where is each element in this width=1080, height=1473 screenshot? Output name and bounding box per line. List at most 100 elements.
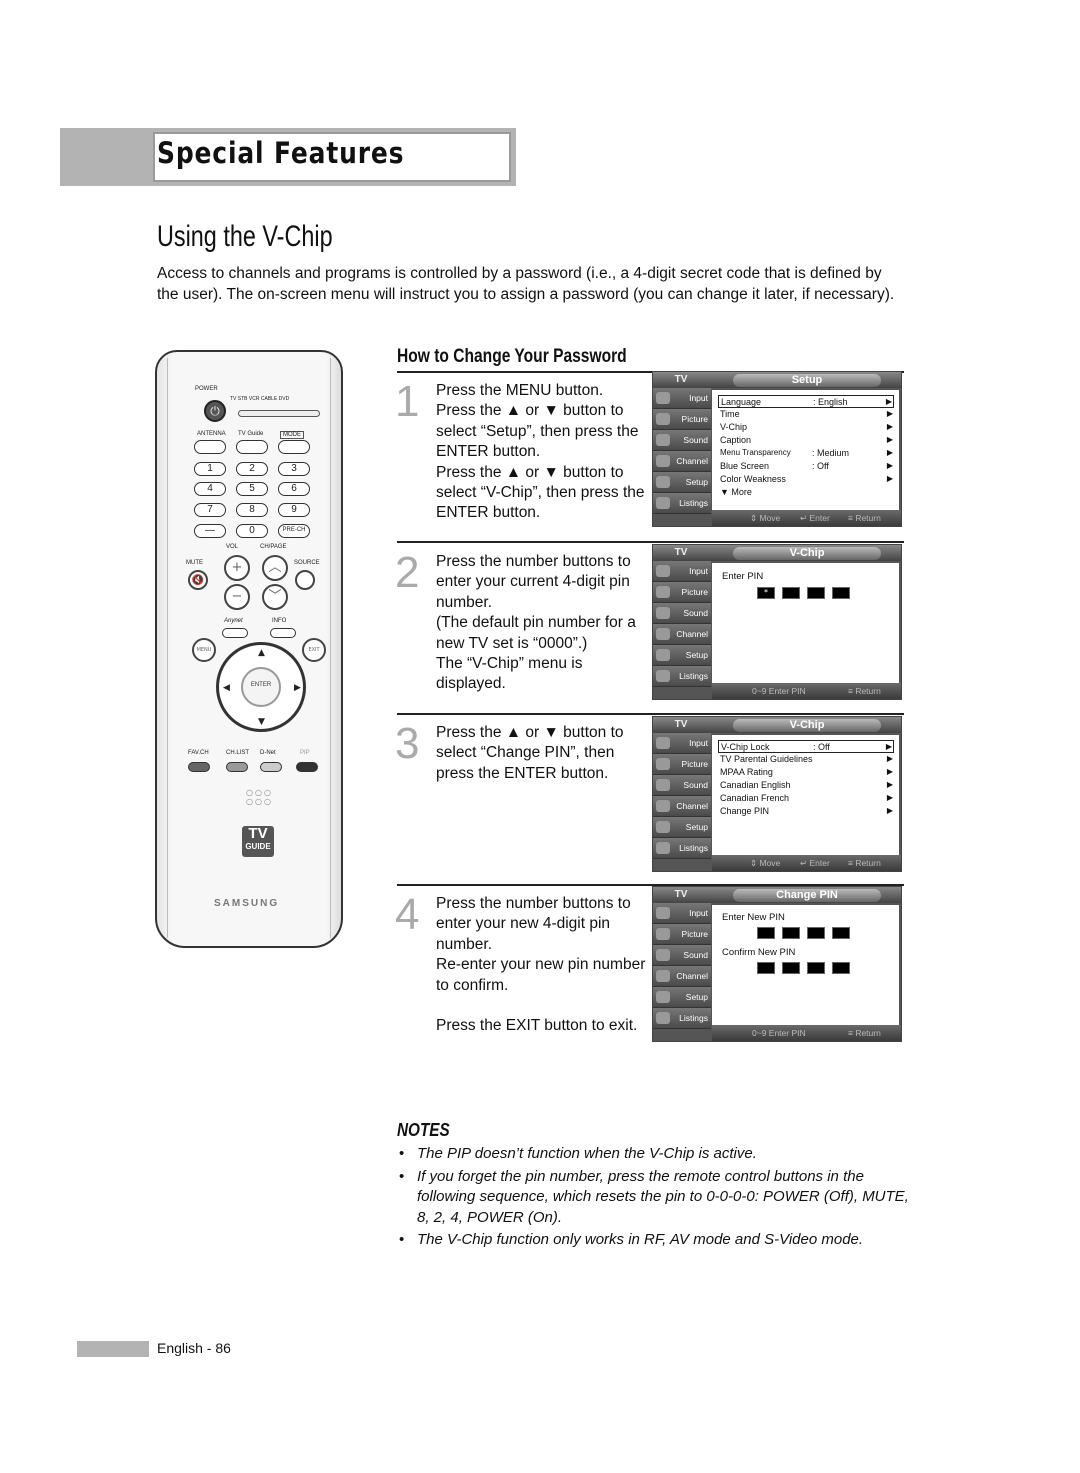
osd-row-canadian-english: Canadian English ▶ <box>720 780 893 790</box>
osd-row-vchip: V-Chip ▶ <box>720 422 893 432</box>
digit-9-button: 9 <box>278 503 310 517</box>
intro-paragraph: Access to channels and programs is contr… <box>157 265 895 303</box>
confirm-pin-digit-box <box>782 962 800 974</box>
osd-sidebar: Input Picture Sound Channel Setup Listin… <box>653 561 711 688</box>
osd-row-blue-screen: Blue Screen: Off ▶ <box>720 461 893 471</box>
tvguide-button <box>236 440 268 454</box>
enter-hint: ↵ Enter <box>800 513 830 523</box>
osd-panel: V-Chip Lock: Off ▶ TV Parental Guidelines… <box>712 735 899 855</box>
osd-sidebar-label: Picture <box>681 414 708 424</box>
osd-row-caption: Caption ▶ <box>720 435 893 445</box>
dpad: ▲ ▼ ◀ ▶ ENTER <box>216 642 306 732</box>
source-button <box>295 570 315 590</box>
anynet-button <box>222 628 248 638</box>
tvguide-logo-guide: GUIDE <box>245 842 271 851</box>
section-header: Special Features <box>157 136 405 170</box>
osd-sidebar-listings: Listings <box>653 493 711 514</box>
osd-sidebar: Input Picture Sound Channel Setup Listin… <box>653 388 711 515</box>
left-arrow-icon: ◀ <box>223 683 230 693</box>
chlist-label: CH.LIST <box>226 750 250 756</box>
step-number: 4 <box>395 890 420 939</box>
osd-row-mpaa: MPAA Rating ▶ <box>720 767 893 777</box>
picture-icon <box>656 758 670 770</box>
note-item: The PIP doesn’t function when the V-Chip… <box>397 1144 917 1165</box>
dnet-button <box>260 762 282 772</box>
osd-sidebar-channel: Channel <box>653 451 711 472</box>
sound-icon <box>656 949 670 961</box>
enter-button: ENTER <box>241 667 281 707</box>
step-line: Press the ▲ or ▼ button to select “Chang… <box>436 724 624 782</box>
osd-sidebar: Input Picture Sound Channel Setup Listin… <box>653 733 711 860</box>
note-item: If you forget the pin number, press the … <box>397 1167 917 1229</box>
ch-down-icon: ﹀ <box>262 584 288 610</box>
digit-2-button: 2 <box>236 462 268 476</box>
osd-sidebar-label: Channel <box>676 456 708 466</box>
step-1-text: Press the MENU button. Press the ▲ or ▼ … <box>436 381 651 524</box>
page-title: Using the V-Chip <box>157 220 333 253</box>
return-hint: ≡ Return <box>848 1028 881 1038</box>
power-button: ⏻ <box>204 400 226 422</box>
enter-pin-label: Enter PIN <box>722 571 764 582</box>
pin-digit-box <box>832 587 850 599</box>
channel-icon <box>656 455 670 467</box>
step-line: Press the ▲ or ▼ button to select “Setup… <box>436 402 639 461</box>
dnet-label: D-Net <box>260 750 276 756</box>
osd-footer: ⇕ Move ↵ Enter ≡ Return <box>712 510 901 526</box>
pin-digit-box: * <box>757 587 775 599</box>
sound-icon <box>656 434 670 446</box>
step-number: 3 <box>395 719 420 768</box>
osd-row-vchip-lock: V-Chip Lock: Off ▶ <box>718 740 894 753</box>
vol-down-icon: − <box>224 584 250 610</box>
mute-label: MUTE <box>186 560 203 566</box>
up-arrow-icon: ▲ <box>258 648 265 658</box>
setup-icon <box>656 649 670 661</box>
osd-row-color-weakness: Color Weakness ▶ <box>720 474 893 484</box>
osd-sidebar-label: Setup <box>685 477 708 487</box>
return-hint: ≡ Return <box>848 858 881 868</box>
osd-vchip-pin: TV V-Chip Input Picture Sound Channel Se… <box>652 544 902 700</box>
digit-4-button: 4 <box>194 482 226 496</box>
ch-up-icon: ︿ <box>262 555 288 581</box>
picture-icon <box>656 586 670 598</box>
footer-bar <box>77 1341 149 1357</box>
prech-button: PRE-CH <box>278 524 310 538</box>
step-line: Press the MENU button. <box>436 382 604 399</box>
osd-tv-label: TV <box>674 374 688 385</box>
return-hint: ≡ Return <box>848 686 881 696</box>
new-pin-digit-box <box>782 927 800 939</box>
osd-row-canadian-french: Canadian French ▶ <box>720 793 893 803</box>
osd-panel: Language: English ▶ Time ▶ V-Chip ▶ Caption… <box>712 390 899 510</box>
osd-title: V-Chip <box>733 719 881 732</box>
info-button <box>270 628 296 638</box>
step-line: Press the ▲ or ▼ button to select “V-Chi… <box>436 463 645 522</box>
mode-label: MODE <box>280 431 304 439</box>
confirm-pin-digit-box <box>757 962 775 974</box>
exit-button: EXIT <box>302 638 326 662</box>
source-label: SOURCE <box>294 560 320 566</box>
osd-row-time: Time ▶ <box>720 409 893 419</box>
mode-indicator-bar <box>238 410 320 417</box>
antenna-label: ANTENNA <box>197 431 226 437</box>
step-number: 1 <box>395 377 420 426</box>
step-4-text: Press the number buttons to enter your n… <box>436 894 651 1036</box>
vol-up-icon: + <box>224 555 250 581</box>
setup-icon <box>656 821 670 833</box>
osd-panel: Enter PIN * <box>712 563 899 683</box>
page-number: English - 86 <box>157 1340 231 1356</box>
confirm-pin-label: Confirm New PIN <box>722 947 796 958</box>
osd-sidebar-label: Listings <box>679 498 708 508</box>
osd-footer: ⇕ Move ↵ Enter ≡ Return <box>712 855 901 871</box>
listings-icon <box>656 497 670 509</box>
osd-tv-label: TV <box>674 889 688 900</box>
notes-title: NOTES <box>397 1120 450 1140</box>
step-spacer <box>436 996 651 1016</box>
osd-tv-label: TV <box>674 719 688 730</box>
osd-panel: Enter New PIN Confirm New PIN <box>712 905 899 1025</box>
favch-label: FAV.CH <box>188 750 209 756</box>
picture-icon <box>656 928 670 940</box>
divider <box>397 541 904 543</box>
osd-sidebar-setup: Setup <box>653 472 711 493</box>
channel-icon <box>656 970 670 982</box>
osd-sidebar-label: Sound <box>683 435 708 445</box>
down-arrow-icon: ▼ <box>258 717 265 727</box>
